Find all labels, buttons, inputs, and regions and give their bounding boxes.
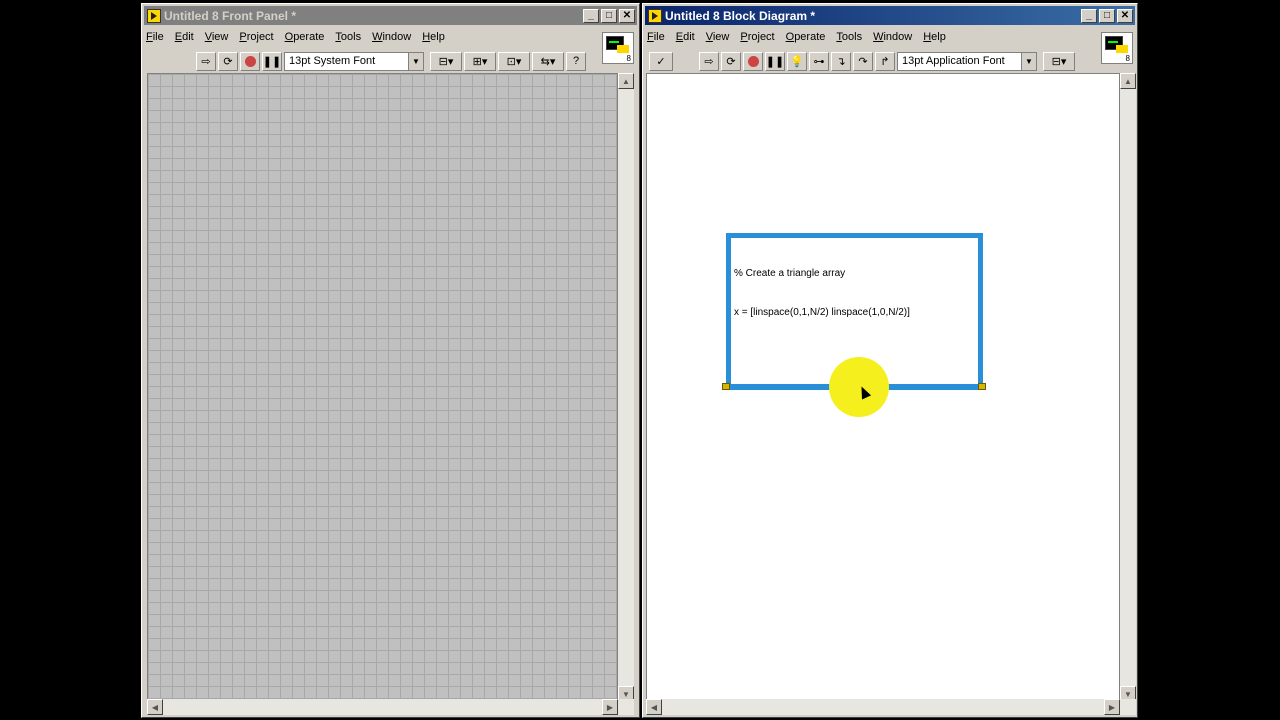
menu-help[interactable]: Help xyxy=(923,31,946,43)
menu-window[interactable]: Window xyxy=(372,31,411,43)
menu-window[interactable]: Window xyxy=(873,31,912,43)
menu-file[interactable]: File xyxy=(146,31,164,43)
scroll-left-arrow-icon[interactable]: ◀ xyxy=(147,699,163,715)
distribute-objects-icon[interactable]: ⊞▾ xyxy=(464,51,496,71)
front-panel-title: Untitled 8 Front Panel * xyxy=(164,8,297,23)
block-diagram-menubar: File Edit View Project Operate Tools Win… xyxy=(647,28,957,46)
align-objects-icon[interactable]: ⊟▾ xyxy=(430,51,462,71)
menu-edit[interactable]: Edit xyxy=(175,31,194,43)
font-selector-value: 13pt Application Font xyxy=(902,55,1005,67)
resize-objects-icon[interactable]: ⊡▾ xyxy=(498,51,530,71)
menu-project[interactable]: Project xyxy=(239,31,273,43)
arrow-glyph xyxy=(1116,45,1128,53)
menu-project[interactable]: Project xyxy=(740,31,774,43)
run-arrow-icon[interactable]: ⇨ xyxy=(699,51,719,71)
scroll-up-arrow-icon[interactable]: ▲ xyxy=(1120,73,1136,89)
font-selector[interactable]: 13pt System Font ▼ xyxy=(284,51,424,71)
front-panel-vertical-scrollbar[interactable]: ▲ ▼ xyxy=(618,73,634,702)
menu-operate[interactable]: Operate xyxy=(285,31,325,43)
step-out-icon[interactable]: ↱ xyxy=(875,51,895,71)
arrow-glyph xyxy=(617,45,629,53)
block-diagram-toolbar: ✓ ⇨ ⟳ ❚❚ 💡 ⊶ ↴ ↷ ↱ 13pt Application Font… xyxy=(649,49,1077,73)
menu-edit[interactable]: Edit xyxy=(676,31,695,43)
highlight-execution-icon[interactable]: 💡 xyxy=(787,51,807,71)
maximize-button[interactable]: □ xyxy=(601,8,617,23)
menu-view[interactable]: View xyxy=(205,31,229,43)
vi-icon-number: 8 xyxy=(1125,54,1130,63)
step-over-icon[interactable]: ↷ xyxy=(853,51,873,71)
font-selector[interactable]: 13pt Application Font ▼ xyxy=(897,51,1037,71)
left-terminal-icon[interactable] xyxy=(722,383,730,390)
front-panel-window: Untitled 8 Front Panel * _ □ ✕ File Edit… xyxy=(141,3,640,718)
step-into-icon[interactable]: ↴ xyxy=(831,51,851,71)
menu-tools[interactable]: Tools xyxy=(335,31,361,43)
labview-vi-icon xyxy=(147,8,161,23)
abort-icon[interactable] xyxy=(743,51,763,71)
front-panel-horizontal-scrollbar[interactable]: ◀ ▶ xyxy=(147,699,634,715)
minimize-button[interactable]: _ xyxy=(1081,8,1097,23)
run-continuously-icon[interactable]: ⟳ xyxy=(218,51,238,71)
chevron-down-icon: ▼ xyxy=(1021,52,1036,70)
block-diagram-titlebar[interactable]: Untitled 8 Block Diagram * _ □ ✕ xyxy=(645,6,1135,25)
front-panel-canvas[interactable] xyxy=(147,73,618,702)
labview-vi-icon xyxy=(648,8,662,23)
menu-tools[interactable]: Tools xyxy=(836,31,862,43)
run-arrow-icon[interactable]: ⇨ xyxy=(196,51,216,71)
menu-file[interactable]: File xyxy=(647,31,665,43)
close-button[interactable]: ✕ xyxy=(1117,8,1133,23)
maximize-button[interactable]: □ xyxy=(1099,8,1115,23)
abort-icon[interactable] xyxy=(240,51,260,71)
pause-icon[interactable]: ❚❚ xyxy=(262,51,282,71)
vi-connector-icon[interactable]: 8 xyxy=(602,32,634,64)
front-panel-titlebar[interactable]: Untitled 8 Front Panel * _ □ ✕ xyxy=(144,6,637,25)
menu-help[interactable]: Help xyxy=(422,31,445,43)
vi-connector-icon[interactable]: 8 xyxy=(1101,32,1133,64)
block-diagram-title: Untitled 8 Block Diagram * xyxy=(665,8,816,23)
help-icon[interactable]: ? xyxy=(566,51,586,71)
scroll-right-arrow-icon[interactable]: ▶ xyxy=(1104,699,1120,715)
code-line-expression: x = [linspace(0,1,N/2) linspace(1,0,N/2)… xyxy=(734,307,910,318)
scroll-up-arrow-icon[interactable]: ▲ xyxy=(618,73,634,89)
align-objects-icon[interactable]: ⊟▾ xyxy=(1043,51,1075,71)
block-diagram-vertical-scrollbar[interactable]: ▲ ▼ xyxy=(1120,73,1136,702)
right-terminal-icon[interactable] xyxy=(978,383,986,390)
front-panel-menubar: File Edit View Project Operate Tools Win… xyxy=(146,28,456,46)
menu-view[interactable]: View xyxy=(706,31,730,43)
code-line-comment: % Create a triangle array xyxy=(734,268,846,279)
run-continuously-icon[interactable]: ⟳ xyxy=(721,51,741,71)
scroll-right-arrow-icon[interactable]: ▶ xyxy=(602,699,618,715)
menu-operate[interactable]: Operate xyxy=(786,31,826,43)
close-button[interactable]: ✕ xyxy=(619,8,635,23)
mathscript-code[interactable]: % Create a triangle array x = [linspace(… xyxy=(734,241,910,345)
reorder-icon[interactable]: ⇆▾ xyxy=(532,51,564,71)
font-selector-value: 13pt System Font xyxy=(289,55,376,67)
pause-icon[interactable]: ❚❚ xyxy=(765,51,785,71)
minimize-button[interactable]: _ xyxy=(583,8,599,23)
checkmark-icon[interactable]: ✓ xyxy=(649,51,673,71)
block-diagram-horizontal-scrollbar[interactable]: ◀ ▶ xyxy=(646,699,1136,715)
scroll-left-arrow-icon[interactable]: ◀ xyxy=(646,699,662,715)
chevron-down-icon: ▼ xyxy=(408,52,423,70)
front-panel-toolbar: ⇨ ⟳ ❚❚ 13pt System Font ▼ ⊟▾ ⊞▾ ⊡▾ ⇆▾ ? xyxy=(196,49,588,73)
retain-wire-values-icon[interactable]: ⊶ xyxy=(809,51,829,71)
vi-icon-number: 8 xyxy=(626,54,631,63)
